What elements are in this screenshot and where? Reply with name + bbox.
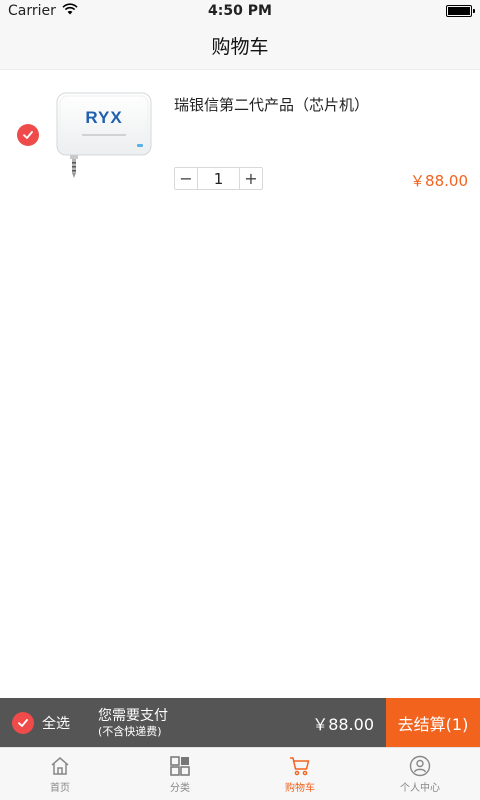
cart-icon — [290, 756, 310, 775]
increase-quantity-button[interactable]: + — [240, 168, 262, 189]
tab-bar: 首页 分类 购物车 个人中心 — [0, 747, 480, 800]
decrease-quantity-button[interactable]: − — [175, 168, 197, 189]
select-all-checkbox[interactable] — [12, 711, 34, 734]
tab-label: 分类 — [170, 782, 190, 794]
page-title: 购物车 — [211, 36, 269, 58]
tab-home[interactable]: 首页 — [0, 748, 120, 800]
select-all-label: 全选 — [42, 715, 70, 732]
tab-label: 首页 — [50, 782, 70, 794]
quantity-stepper: − 1 + — [174, 167, 263, 190]
total-price: ￥88.00 — [312, 714, 374, 734]
item-checkbox[interactable] — [17, 124, 39, 146]
quantity-value[interactable]: 1 — [197, 168, 240, 189]
tab-cart[interactable]: 购物车 — [240, 748, 360, 800]
product-image[interactable]: RYX — [54, 90, 154, 185]
checkmark-icon — [18, 718, 28, 727]
tab-label: 个人中心 — [400, 782, 440, 794]
shipping-note: (不含快递费) — [98, 724, 162, 738]
tab-category[interactable]: 分类 — [120, 748, 240, 800]
select-all-toggle[interactable]: 全选 — [0, 698, 70, 747]
status-bar: Carrier 4:50 PM — [0, 0, 480, 22]
product-name[interactable]: 瑞银信第二代产品（芯片机） — [174, 94, 369, 115]
nav-bar: 购物车 — [0, 22, 480, 70]
battery-icon — [446, 5, 475, 17]
status-left: Carrier — [8, 3, 78, 19]
user-icon — [409, 755, 431, 776]
home-icon — [51, 756, 69, 775]
checkout-button[interactable]: 去结算(1) — [386, 698, 480, 747]
checkmark-icon — [23, 131, 33, 139]
checkout-bar: 全选 您需要支付 (不含快递费) ￥88.00 去结算(1) — [0, 698, 480, 747]
category-icon — [170, 755, 190, 776]
wifi-icon — [62, 3, 78, 19]
pay-info: 您需要支付 (不含快递费) — [98, 707, 168, 739]
tab-profile[interactable]: 个人中心 — [360, 748, 480, 800]
pay-label: 您需要支付 — [98, 707, 168, 724]
item-price: ￥88.00 — [410, 172, 468, 190]
brand-logo: RYX — [85, 108, 122, 127]
tab-label: 购物车 — [285, 782, 315, 794]
carrier-label: Carrier — [8, 3, 56, 19]
